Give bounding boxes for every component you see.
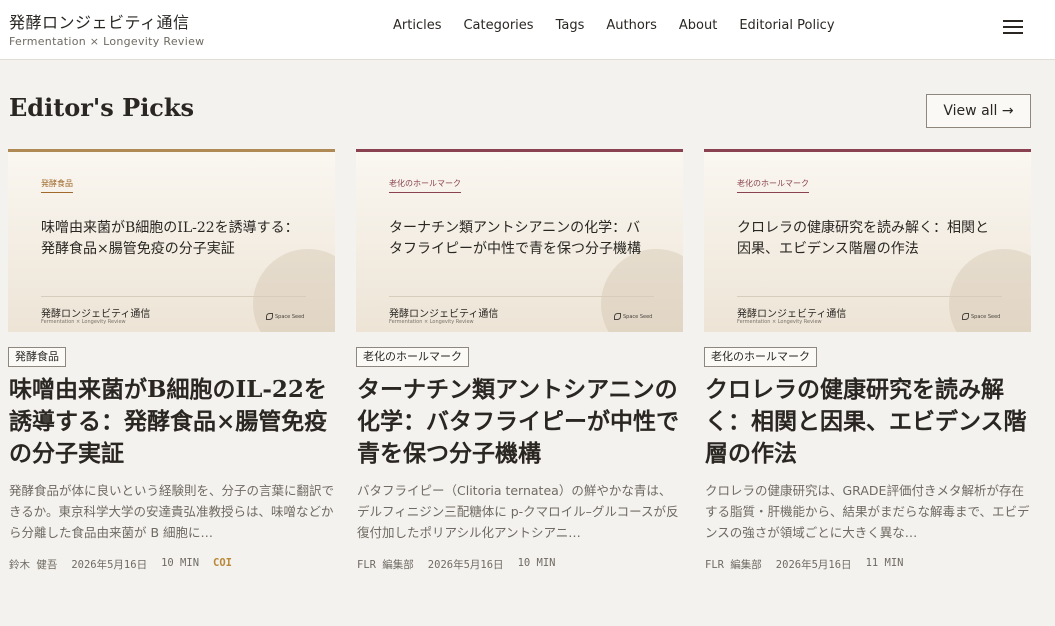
thumbnail-category: 発酵食品: [41, 178, 73, 193]
logo-text: Space Seed: [971, 313, 1001, 320]
site-header: 発酵ロンジェビティ通信 Fermentation × Longevity Rev…: [0, 0, 1055, 60]
article-card[interactable]: 発酵食品 味噌由来菌がB細胞のIL-22を誘導する：発酵食品×腸管免疫の分子実証…: [8, 149, 335, 571]
article-author[interactable]: FLR 編集部: [357, 557, 414, 572]
space-seed-logo: Space Seed: [962, 313, 1000, 320]
category-tag[interactable]: 老化のホールマーク: [356, 347, 469, 367]
view-all-button[interactable]: View all →: [926, 94, 1031, 128]
article-title[interactable]: 味噌由来菌がB細胞のIL-22を誘導する：発酵食品×腸管免疫の分子実証: [9, 374, 334, 470]
article-date: 2026年5月16日: [71, 559, 148, 571]
logo-text: Space Seed: [623, 313, 653, 320]
article-excerpt: クロレラの健康研究は、GRADE評価付きメタ解析が存在する脂質・肝機能から、結果…: [705, 483, 1030, 540]
thumbnail-brand: 発酵ロンジェビティ通信: [389, 309, 499, 320]
site-brand[interactable]: 発酵ロンジェビティ通信 Fermentation × Longevity Rev…: [9, 9, 204, 48]
read-time: 10 MIN: [517, 557, 556, 569]
thumbnail-title: 味噌由来菌がB細胞のIL-22を誘導する：発酵食品×腸管免疫の分子実証: [41, 220, 299, 257]
thumbnail-brand: 発酵ロンジェビティ通信: [737, 309, 847, 320]
article-card[interactable]: 老化のホールマーク クロレラの健康研究を読み解く：相関と因果、エビデンス階層の作…: [704, 149, 1031, 571]
thumbnail-divider: [41, 296, 306, 297]
brand-subtitle: Fermentation × Longevity Review: [9, 35, 205, 48]
article-meta: FLR 編集部 2026年5月16日 10 MIN: [357, 557, 570, 572]
thumbnail-brand-subtitle: Fermentation × Longevity Review: [389, 319, 474, 325]
leaf-icon: [962, 313, 969, 320]
space-seed-logo: Space Seed: [266, 313, 304, 320]
nav-about[interactable]: About: [679, 18, 717, 33]
read-time: 10 MIN: [161, 557, 200, 569]
leaf-icon: [266, 313, 273, 320]
thumbnail-category: 老化のホールマーク: [737, 178, 809, 193]
nav-categories[interactable]: Categories: [463, 18, 533, 33]
article-title[interactable]: ターナチン類アントシアニンの化学：バタフライピーが中性で青を保つ分子機構: [357, 374, 682, 470]
thumbnail-brand: 発酵ロンジェビティ通信: [41, 309, 151, 320]
thumbnail-category: 老化のホールマーク: [389, 178, 461, 193]
thumbnail-title: ターナチン類アントシアニンの化学：バタフライピーが中性で青を保つ分子機構: [389, 220, 641, 257]
hamburger-menu-icon[interactable]: [1003, 19, 1025, 35]
article-date: 2026年5月16日: [775, 559, 852, 571]
brand-title[interactable]: 発酵ロンジェビティ通信: [9, 9, 204, 33]
thumbnail-brand-subtitle: Fermentation × Longevity Review: [737, 319, 822, 325]
space-seed-logo: Space Seed: [614, 313, 652, 320]
article-meta: FLR 編集部 2026年5月16日 11 MIN: [705, 557, 918, 572]
thumbnail-brand-subtitle: Fermentation × Longevity Review: [41, 319, 126, 325]
section-title: Editor's Picks: [9, 93, 195, 122]
thumbnail-title: クロレラの健康研究を読み解く：相関と因果、エビデンス階層の作法: [737, 220, 989, 257]
article-meta: 鈴木 健吾 2026年5月16日 10 MIN COI: [9, 557, 246, 572]
nav-articles[interactable]: Articles: [393, 18, 441, 33]
article-thumbnail[interactable]: 発酵食品 味噌由来菌がB細胞のIL-22を誘導する：発酵食品×腸管免疫の分子実証…: [8, 149, 335, 332]
article-excerpt: バタフライピー（Clitoria ternatea）の鮮やかな青は、デルフィニジ…: [357, 483, 679, 540]
thumbnail-divider: [389, 296, 654, 297]
main-nav: Articles Categories Tags Authors About E…: [393, 18, 857, 33]
nav-editorial-policy[interactable]: Editorial Policy: [739, 18, 834, 33]
coi-badge: COI: [213, 557, 232, 569]
category-tag[interactable]: 老化のホールマーク: [704, 347, 817, 367]
article-date: 2026年5月16日: [427, 559, 504, 571]
thumbnail-divider: [737, 296, 1002, 297]
leaf-icon: [614, 313, 621, 320]
article-thumbnail[interactable]: 老化のホールマーク ターナチン類アントシアニンの化学：バタフライピーが中性で青を…: [356, 149, 683, 332]
article-author[interactable]: FLR 編集部: [705, 557, 762, 572]
read-time: 11 MIN: [865, 557, 904, 569]
category-tag[interactable]: 発酵食品: [8, 347, 66, 367]
logo-text: Space Seed: [275, 313, 305, 320]
article-excerpt: 発酵食品が体に良いという経験則を、分子の言葉に翻訳できるか。東京科学大学の安達貴…: [9, 483, 334, 540]
nav-authors[interactable]: Authors: [606, 18, 657, 33]
article-author[interactable]: 鈴木 健吾: [9, 557, 57, 572]
article-thumbnail[interactable]: 老化のホールマーク クロレラの健康研究を読み解く：相関と因果、エビデンス階層の作…: [704, 149, 1031, 332]
nav-tags[interactable]: Tags: [556, 18, 585, 33]
article-title[interactable]: クロレラの健康研究を読み解く：相関と因果、エビデンス階層の作法: [705, 374, 1030, 470]
article-card[interactable]: 老化のホールマーク ターナチン類アントシアニンの化学：バタフライピーが中性で青を…: [356, 149, 683, 571]
